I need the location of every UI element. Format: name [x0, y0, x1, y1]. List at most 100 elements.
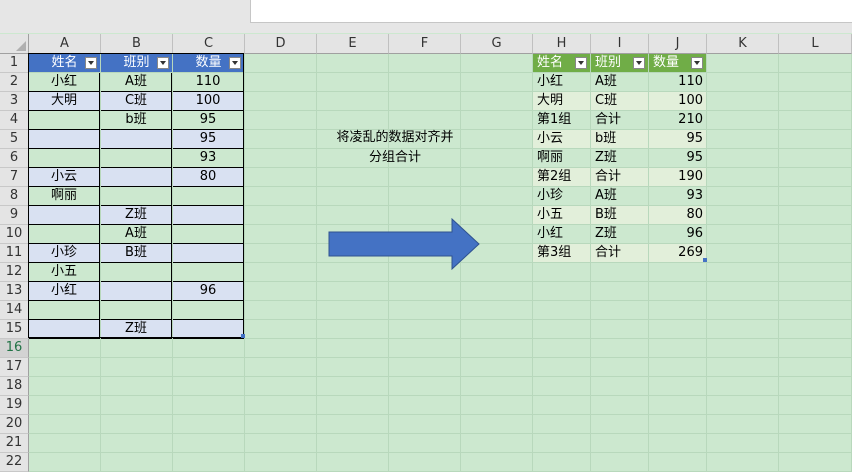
right_table-cell[interactable]: 93	[649, 187, 706, 205]
left_table-cell[interactable]: 大明	[29, 92, 100, 111]
right_table-cell[interactable]: 第2组	[533, 168, 590, 186]
filter-dropdown-icon[interactable]	[157, 57, 169, 69]
right_table-cell[interactable]: Z班	[591, 225, 648, 243]
left_table-cell[interactable]	[101, 282, 172, 301]
column-header-b[interactable]: B	[101, 34, 173, 54]
left_table-cell[interactable]: 95	[173, 130, 244, 149]
row-header-7[interactable]: 7	[0, 168, 29, 187]
left_table-cell[interactable]: Z班	[101, 320, 172, 339]
left_table-cell[interactable]	[101, 168, 172, 187]
left_table-cell[interactable]: 小珍	[29, 244, 100, 263]
left_table-cell[interactable]	[173, 263, 244, 282]
left_table-cell[interactable]	[173, 301, 244, 320]
left_table-cell[interactable]: B班	[101, 244, 172, 263]
left_table-cell[interactable]: Z班	[101, 206, 172, 225]
row-header-17[interactable]: 17	[0, 358, 29, 377]
row-header-22[interactable]: 22	[0, 453, 29, 472]
left_table-cell[interactable]: 96	[173, 282, 244, 301]
left_table-cell[interactable]: A班	[101, 73, 172, 92]
row-header-12[interactable]: 12	[0, 263, 29, 282]
right_table-cell[interactable]: 合计	[591, 168, 648, 186]
left_table-cell[interactable]: 小五	[29, 263, 100, 282]
left_table-cell[interactable]	[101, 301, 172, 320]
column-header-a[interactable]: A	[29, 34, 101, 54]
row-header-1[interactable]: 1	[0, 54, 29, 73]
right_table-cell[interactable]: 大明	[533, 92, 590, 110]
right_table-cell[interactable]: 小珍	[533, 187, 590, 205]
left_table-cell[interactable]	[173, 320, 244, 339]
row-header-19[interactable]: 19	[0, 396, 29, 415]
fill-handle[interactable]	[241, 334, 245, 338]
row-header-13[interactable]: 13	[0, 282, 29, 301]
right_table-cell[interactable]: 小云	[533, 130, 590, 148]
right_table-cell[interactable]: 啊丽	[533, 149, 590, 167]
filter-dropdown-icon[interactable]	[633, 57, 645, 69]
left_table-cell[interactable]	[101, 187, 172, 206]
fill-handle-right[interactable]	[703, 258, 707, 262]
row-header-14[interactable]: 14	[0, 301, 29, 320]
row-header-4[interactable]: 4	[0, 111, 29, 130]
right_table-cell[interactable]: 小红	[533, 73, 590, 91]
left_table-cell[interactable]	[173, 244, 244, 263]
row-header-6[interactable]: 6	[0, 149, 29, 168]
left_table-cell[interactable]: 100	[173, 92, 244, 111]
column-header-l[interactable]: L	[779, 34, 852, 54]
left_table-cell[interactable]: 80	[173, 168, 244, 187]
left_table-cell[interactable]: 小红	[29, 282, 100, 301]
filter-dropdown-icon[interactable]	[85, 57, 97, 69]
select-all-corner[interactable]	[0, 34, 29, 54]
left_table-cell[interactable]: 小云	[29, 168, 100, 187]
row-header-3[interactable]: 3	[0, 92, 29, 111]
column-header-e[interactable]: E	[317, 34, 389, 54]
left_table-cell[interactable]: 110	[173, 73, 244, 92]
row-header-18[interactable]: 18	[0, 377, 29, 396]
row-header-20[interactable]: 20	[0, 415, 29, 434]
right_table-cell[interactable]: Z班	[591, 149, 648, 167]
right_table-cell[interactable]: 95	[649, 130, 706, 148]
right-arrow-shape[interactable]	[328, 218, 480, 270]
left_table-cell[interactable]: 小红	[29, 73, 100, 92]
right_table-cell[interactable]: A班	[591, 73, 648, 91]
left_table-cell[interactable]	[29, 320, 100, 339]
right_table-cell[interactable]: 合计	[591, 244, 648, 262]
right_table-cell[interactable]: 第3组	[533, 244, 590, 262]
left_table-cell[interactable]	[101, 130, 172, 149]
right_table-cell[interactable]: 小红	[533, 225, 590, 243]
left_table-cell[interactable]	[173, 187, 244, 206]
right_table-cell[interactable]: 110	[649, 73, 706, 91]
left_table-cell[interactable]: b班	[101, 111, 172, 130]
row-header-10[interactable]: 10	[0, 225, 29, 244]
right_table-cell[interactable]: 第1组	[533, 111, 590, 129]
left_table-cell[interactable]	[29, 301, 100, 320]
filter-dropdown-icon[interactable]	[575, 57, 587, 69]
row-header-8[interactable]: 8	[0, 187, 29, 206]
filter-dropdown-icon[interactable]	[229, 57, 241, 69]
left_table-cell[interactable]	[29, 111, 100, 130]
column-header-c[interactable]: C	[173, 34, 245, 54]
column-header-j[interactable]: J	[649, 34, 707, 54]
right_table-cell[interactable]: A班	[591, 187, 648, 205]
left_table-cell[interactable]: 95	[173, 111, 244, 130]
right_table-cell[interactable]: 269	[649, 244, 706, 262]
column-header-f[interactable]: F	[389, 34, 461, 54]
right_table-cell[interactable]: 小五	[533, 206, 590, 224]
left_table-cell[interactable]	[101, 149, 172, 168]
right_table-cell[interactable]: 96	[649, 225, 706, 243]
left_table-cell[interactable]: A班	[101, 225, 172, 244]
row-header-11[interactable]: 11	[0, 244, 29, 263]
left_table-cell[interactable]	[173, 225, 244, 244]
column-header-i[interactable]: I	[591, 34, 649, 54]
right_table-cell[interactable]: B班	[591, 206, 648, 224]
right_table-cell[interactable]: 80	[649, 206, 706, 224]
row-header-9[interactable]: 9	[0, 206, 29, 225]
left_table-cell[interactable]	[29, 206, 100, 225]
row-header-2[interactable]: 2	[0, 73, 29, 92]
filter-dropdown-icon[interactable]	[691, 57, 703, 69]
row-header-16[interactable]: 16	[0, 339, 29, 358]
left_table-cell[interactable]: 啊丽	[29, 187, 100, 206]
left_table-cell[interactable]	[29, 225, 100, 244]
right_table-cell[interactable]: 95	[649, 149, 706, 167]
left_table-cell[interactable]	[29, 149, 100, 168]
right_table-cell[interactable]: C班	[591, 92, 648, 110]
left_table-cell[interactable]: 93	[173, 149, 244, 168]
